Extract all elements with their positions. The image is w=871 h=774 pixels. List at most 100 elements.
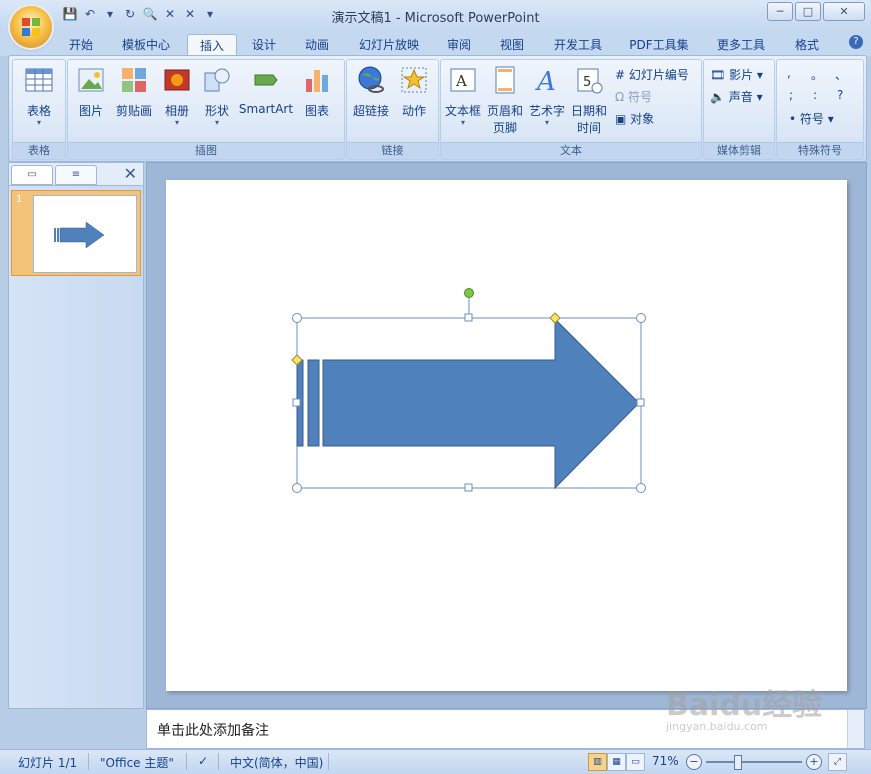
datetime-button[interactable]: 5 日期和 时间 (569, 65, 609, 136)
svg-text:A: A (535, 67, 556, 95)
chevron-down-icon: ▾ (544, 118, 549, 127)
slide-editing-area (146, 162, 867, 709)
tab-slideshow[interactable]: 幻灯片放映 (350, 34, 428, 56)
symbol-semicolon[interactable]: ; (789, 88, 793, 102)
pane-tabs: ▭ ≡ ✕ (9, 163, 143, 186)
resize-handle-left[interactable] (292, 398, 301, 407)
ribbon: 表格 ▾ 表格 图片 剪贴画 相册 ▾ 形状 ▾ SmartArt 图表 插图 … (8, 55, 867, 162)
resize-handle-bottom-left[interactable] (292, 483, 302, 493)
symbol-question[interactable]: ? (837, 88, 843, 102)
shapes-icon (204, 68, 230, 92)
close-button[interactable]: ✕ (823, 2, 865, 21)
symbol-enum-comma[interactable]: 、 (835, 66, 847, 83)
symbols-dropdown-button[interactable]: • 符号 ▾ (789, 110, 834, 127)
resize-handle-bottom-right[interactable] (636, 483, 646, 493)
slide-content (291, 288, 646, 493)
close-pane-icon[interactable]: ✕ (124, 164, 137, 183)
slide-thumbnail-selected[interactable]: 1 (11, 190, 141, 276)
slideshow-view-icon[interactable]: ▭ (626, 753, 645, 771)
chart-button[interactable]: 图表 (298, 65, 336, 119)
zoom-level[interactable]: 71% (652, 754, 679, 768)
chart-icon (306, 70, 328, 92)
tab-animation[interactable]: 动画 (296, 34, 338, 56)
tab-design[interactable]: 设计 (243, 34, 285, 56)
tab-template-center[interactable]: 模板中心 (112, 34, 180, 56)
group-label-media: 媒体剪辑 (704, 142, 774, 159)
resize-handle-top-right[interactable] (636, 313, 646, 323)
maximize-button[interactable]: □ (795, 2, 821, 21)
calendar-icon: 5 (577, 68, 603, 94)
tab-outline[interactable]: ≡ (55, 165, 97, 185)
table-button[interactable]: 表格 ▾ (18, 65, 60, 127)
slide-canvas[interactable] (166, 180, 847, 691)
tab-more-tools[interactable]: 更多工具 (708, 34, 774, 56)
theme-name: "Office 主题" (100, 756, 174, 770)
slide-sorter-icon[interactable]: ▦ (607, 753, 626, 771)
striped-right-arrow[interactable] (296, 317, 640, 490)
tab-format[interactable]: 格式 (786, 34, 828, 56)
adjust-handle-head[interactable] (549, 312, 561, 324)
resize-handle-right[interactable] (636, 398, 645, 407)
language-indicator: 中文(简体，中国) (230, 756, 324, 770)
tab-pdf-tools[interactable]: PDF工具集 (622, 34, 696, 56)
zoom-slider-thumb[interactable] (734, 755, 742, 770)
rotation-handle[interactable] (464, 288, 474, 298)
spellcheck-icon[interactable]: ✓ (198, 754, 208, 768)
symbol-comma[interactable]: , (787, 66, 791, 80)
slide-number-label: 1 (16, 194, 23, 205)
minimize-button[interactable]: ─ (767, 2, 793, 21)
zoom-in-icon[interactable]: + (806, 754, 822, 770)
textbox-button[interactable]: A 文本框 ▾ (443, 65, 483, 127)
symbol-period[interactable]: 。 (811, 66, 823, 83)
tab-slides-thumbnails[interactable]: ▭ (11, 165, 53, 185)
group-label-links: 链接 (347, 142, 438, 159)
slide-number-button[interactable]: # 幻灯片编号 (615, 66, 689, 83)
header-footer-button[interactable]: 页眉和 页脚 (485, 65, 525, 136)
tab-home[interactable]: 开始 (60, 34, 102, 56)
symbol-colon[interactable]: : (813, 88, 817, 102)
photo-album-icon (164, 69, 190, 91)
album-button[interactable]: 相册 ▾ (160, 65, 194, 127)
picture-button[interactable]: 图片 (74, 65, 108, 119)
group-table: 表格 ▾ 表格 (12, 59, 66, 160)
vertical-scrollbar[interactable] (847, 710, 864, 748)
wordart-button[interactable]: A 艺术字 ▾ (527, 65, 567, 127)
chevron-down-icon: ▾ (460, 118, 465, 127)
zoom-out-icon[interactable]: − (686, 754, 702, 770)
group-label-symbols: 特殊符号 (777, 142, 863, 159)
group-label-text: 文本 (441, 142, 701, 159)
chevron-down-icon: ▾ (214, 118, 219, 127)
shapes-button[interactable]: 形状 ▾ (200, 65, 234, 127)
baidu-watermark: Baidu经验 jingyan.baidu.com (666, 688, 823, 733)
tab-insert[interactable]: 插入 (187, 34, 237, 57)
action-button[interactable]: 动作 (395, 65, 433, 119)
group-illustrations: 图片 剪贴画 相册 ▾ 形状 ▾ SmartArt 图表 插图 (67, 59, 345, 160)
office-button[interactable] (10, 6, 52, 48)
hyperlink-button[interactable]: 超链接 (350, 65, 392, 119)
group-label-table: 表格 (13, 142, 65, 159)
hash-icon: # (615, 68, 626, 82)
header-footer-icon (495, 66, 515, 94)
sound-button[interactable]: 🔈 声音 ▾ (710, 88, 763, 105)
tab-review[interactable]: 审阅 (438, 34, 480, 56)
object-button[interactable]: ▣ 对象 (615, 110, 654, 127)
normal-view-icon[interactable]: ▥ (588, 753, 607, 771)
group-label-illustrations: 插图 (68, 142, 344, 159)
bullet-icon: • (789, 112, 797, 126)
resize-handle-top-left[interactable] (292, 313, 302, 323)
resize-handle-top[interactable] (464, 313, 473, 322)
table-icon (25, 68, 53, 92)
group-special-symbols: , 。 、 ; : ? • 符号 ▾ 特殊符号 (776, 59, 864, 160)
ribbon-tabs: 开始 模板中心 插入 设计 动画 幻灯片放映 审阅 视图 开发工具 PDF工具集… (0, 30, 871, 57)
fit-to-window-icon[interactable]: ⤢ (828, 753, 847, 771)
clipart-button[interactable]: 剪贴画 (112, 65, 156, 119)
tab-view[interactable]: 视图 (491, 34, 533, 56)
movie-button[interactable]: 🎞 影片 ▾ (710, 66, 763, 83)
symbol-button[interactable]: Ω 符号 (615, 88, 652, 105)
smartart-button[interactable]: SmartArt (238, 65, 294, 116)
window-controls: ─ □ ✕ (767, 2, 865, 21)
zoom-slider[interactable] (706, 761, 802, 763)
resize-handle-bottom[interactable] (464, 483, 473, 492)
tab-developer[interactable]: 开发工具 (545, 34, 611, 56)
help-icon[interactable]: ? (849, 35, 863, 49)
